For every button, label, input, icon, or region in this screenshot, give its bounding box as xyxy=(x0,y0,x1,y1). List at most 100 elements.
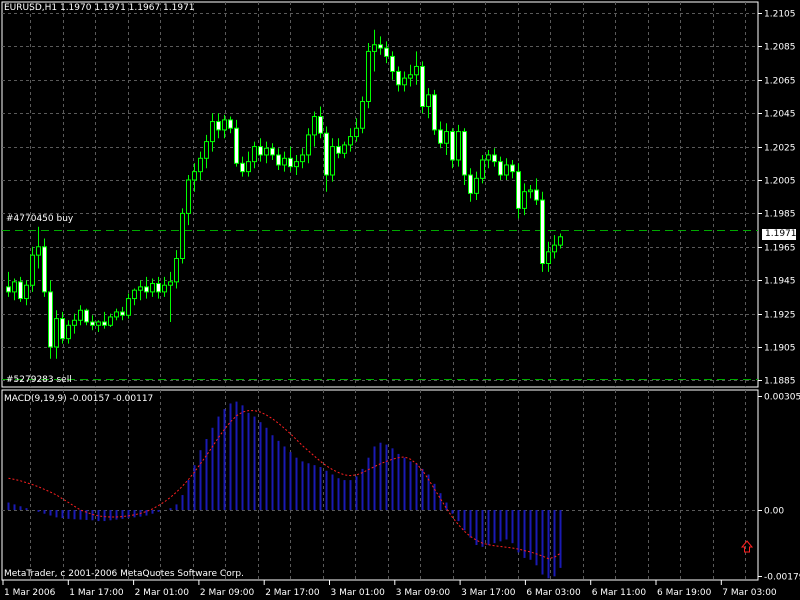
time-tick-label: 7 Mar 03:00 xyxy=(722,588,777,598)
candle-body-up xyxy=(96,321,101,326)
price-tick-label: 1.2085 xyxy=(764,43,796,53)
candle-body-up xyxy=(414,65,419,76)
candle-body-up xyxy=(138,286,143,291)
candle-body-down xyxy=(84,309,89,323)
candle-body-up xyxy=(504,164,509,176)
candle-body-up xyxy=(372,44,377,52)
symbol-header: EURUSD,H1 1.1970 1.1971 1.1967 1.1971 xyxy=(4,3,195,13)
candle-body-up xyxy=(192,171,197,181)
macd-tick-label: -0.00179 xyxy=(764,573,800,583)
candle-body-up xyxy=(180,212,185,259)
candle-body-up xyxy=(132,289,137,300)
candle-body-up xyxy=(282,157,287,166)
candle-body-up xyxy=(306,134,311,156)
candle-body-down xyxy=(42,246,47,293)
time-tick-label: 3 Mar 01:00 xyxy=(331,588,386,598)
candle-body-down xyxy=(48,291,53,348)
candle-body-down xyxy=(378,44,383,49)
candle-body-up xyxy=(474,177,479,194)
price-tick-label: 1.2065 xyxy=(764,77,796,87)
candle-body-up xyxy=(330,146,335,176)
buy-order-label: #4770450 buy xyxy=(6,214,74,224)
candle-body-up xyxy=(72,319,77,326)
price-tick-label: 1.1965 xyxy=(764,244,796,254)
candle-body-up xyxy=(174,257,179,283)
macd-tick-label: 0.00305 xyxy=(764,393,800,403)
candle-body-down xyxy=(228,119,233,129)
candle-body-down xyxy=(396,70,401,86)
candle-body-up xyxy=(150,283,155,293)
candle-body-up xyxy=(366,50,371,103)
candle-body-up xyxy=(528,189,533,193)
candle-body-down xyxy=(450,131,455,161)
indicator-title: MACD(9,19,9) -0.00157 -0.00117 xyxy=(4,394,154,404)
candle-body-up xyxy=(162,284,167,293)
time-tick-label: 6 Mar 19:00 xyxy=(657,588,712,598)
candle-body-up xyxy=(552,244,557,253)
current-price-tag: 1.1971 xyxy=(762,229,797,240)
candle-body-up xyxy=(354,127,359,138)
candle-body-down xyxy=(534,189,539,201)
candle-body-down xyxy=(18,281,23,300)
price-tick-label: 1.2025 xyxy=(764,144,796,154)
candle-body-down xyxy=(258,146,263,156)
price-tick-label: 1.1925 xyxy=(764,311,796,321)
candle-body-up xyxy=(360,101,365,129)
macd-tick-label: 0.00 xyxy=(764,507,784,517)
candle-body-down xyxy=(468,174,473,194)
candle-body-up xyxy=(264,147,269,156)
time-tick-label: 1 Mar 17:00 xyxy=(69,588,124,598)
candle-body-down xyxy=(240,162,245,173)
time-tick-label: 1 Mar 2006 xyxy=(4,588,56,598)
sell-order-label: #5279283 sell xyxy=(6,375,72,385)
candle-body-up xyxy=(456,131,461,161)
candle-body-up xyxy=(246,161,251,173)
macd-axis: 0.00305 0.00 -0.00179 xyxy=(758,393,800,583)
price-tick-label: 1.1885 xyxy=(764,377,796,387)
price-tick-label: 1.2005 xyxy=(764,177,796,187)
candle-body-up xyxy=(198,157,203,173)
candle-body-up xyxy=(546,251,551,264)
candle-body-up xyxy=(210,121,215,143)
candle-body-up xyxy=(54,318,59,348)
candle-body-up xyxy=(348,136,353,146)
candle-body-down xyxy=(516,171,521,209)
price-tick-label: 1.1905 xyxy=(764,344,796,354)
candle-body-down xyxy=(336,146,341,154)
candle-body-down xyxy=(102,321,107,326)
candle-body-up xyxy=(186,179,191,214)
candlestick-series xyxy=(6,29,563,359)
price-tick-label: 1.1945 xyxy=(764,277,796,287)
candle-body-up xyxy=(204,141,209,159)
candle-body-down xyxy=(234,127,239,164)
main-window-border xyxy=(1,1,759,388)
candle-body-down xyxy=(324,132,329,176)
candle-body-up xyxy=(522,191,527,209)
time-tick-label: 6 Mar 11:00 xyxy=(592,588,647,598)
order-lines xyxy=(2,230,758,380)
time-tick-label: 3 Mar 09:00 xyxy=(396,588,451,598)
candle-body-up xyxy=(300,154,305,163)
candle-body-up xyxy=(486,154,491,161)
time-tick-label: 2 Mar 17:00 xyxy=(265,588,320,598)
macd-histogram xyxy=(7,401,562,579)
candle-body-up xyxy=(444,131,449,144)
candle-body-up xyxy=(480,159,485,179)
time-tick-label: 2 Mar 09:00 xyxy=(200,588,255,598)
candle-body-down xyxy=(60,318,65,340)
candle-body-up xyxy=(78,309,83,321)
candle-body-down xyxy=(420,65,425,108)
candle-body-up xyxy=(402,77,407,86)
chart-canvas[interactable]: 1.2105 1.2085 1.2065 1.2045 1.2025 1.2005 1.19… xyxy=(0,0,800,600)
candle-body-up xyxy=(426,94,431,108)
candle-body-down xyxy=(120,311,125,316)
candle-body-down xyxy=(144,286,149,293)
signal-arrow-icon xyxy=(740,540,754,553)
price-tick-label: 1.2045 xyxy=(764,110,796,120)
up-arrow-icon xyxy=(740,540,754,553)
price-axis: 1.2105 1.2085 1.2065 1.2045 1.2025 1.2005 1.19… xyxy=(758,10,796,387)
time-tick-label: 2 Mar 01:00 xyxy=(135,588,190,598)
candle-body-up xyxy=(312,116,317,136)
candle-body-down xyxy=(270,147,275,156)
candle-body-down xyxy=(540,199,545,264)
